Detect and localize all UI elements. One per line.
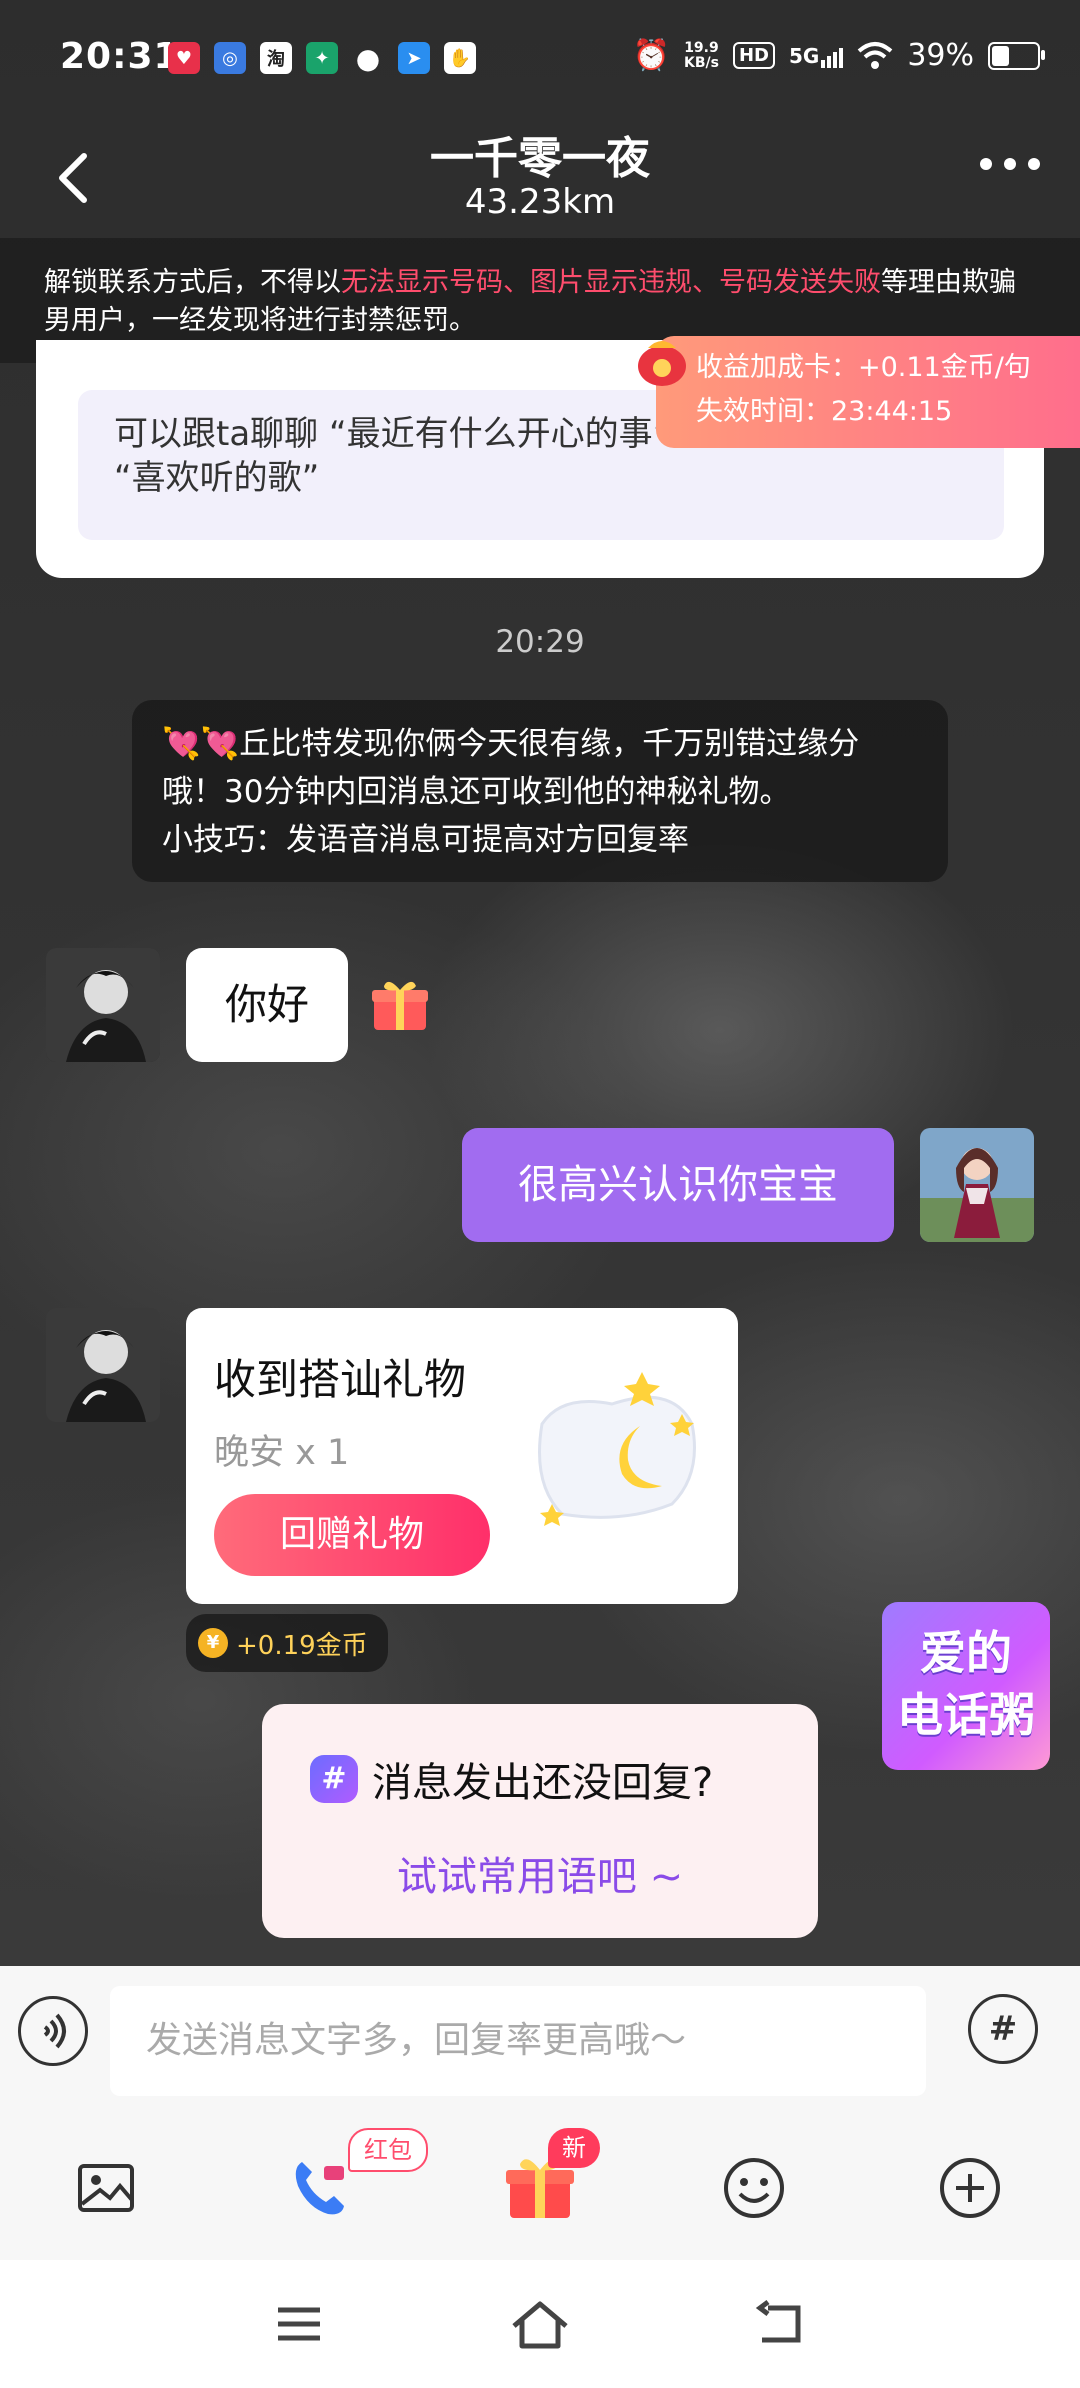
app-icon: ✋ (444, 42, 476, 74)
system-message-text: 丘比特发现你俩今天很有缘，千万别错过缘分哦！30分钟内回消息还可收到他的神秘礼物… (162, 726, 860, 810)
menu-nav-icon[interactable] (274, 2304, 324, 2344)
hd-icon: HD (732, 42, 775, 69)
battery-percent: 39% (907, 38, 974, 73)
contact-avatar-image (46, 1308, 160, 1422)
message-timestamp: 20:29 (495, 624, 585, 660)
message-input[interactable]: 发送消息文字多，回复率更高哦～ (110, 1986, 926, 2096)
signal-icon: 5G (788, 43, 844, 68)
app-icon: ♥ (168, 42, 200, 74)
goodnight-pillow-icon (538, 1372, 696, 1526)
lucky-bag-icon (638, 341, 686, 386)
gift-card-item: 晚安 x 1 (214, 1433, 350, 1473)
my-avatar-image (920, 1128, 1034, 1242)
emoji-icon[interactable] (722, 2156, 786, 2220)
bonus-rate: 收益加成卡：+0.11金币/句 (696, 352, 1031, 383)
network-speed: 19.9 KB/s (683, 39, 719, 71)
promo-line2: 电话粥 (897, 1688, 1035, 1742)
quick-phrase-hint[interactable]: # 消息发出还没回复? 试试常用语吧 ~ (262, 1704, 818, 1938)
image-icon[interactable] (74, 2156, 138, 2220)
app-icon: ➤ (398, 42, 430, 74)
message-bubble-sent[interactable]: 很高兴认识你宝宝 (462, 1128, 894, 1242)
alarm-icon: ⏰ (632, 38, 670, 73)
love-phone-promo-button[interactable]: 爱的 电话粥 (882, 1602, 1050, 1770)
bonus-expiry: 失效时间：23:44:15 (696, 396, 953, 427)
status-bar: 20:31 ♥ ◎ 淘 ✦ ● ➤ ✋ ⏰ 19.9 KB/s HD 5G 39… (0, 0, 1080, 118)
bonus-card[interactable]: 收益加成卡：+0.11金币/句 失效时间：23:44:15 (656, 336, 1080, 448)
contact-avatar[interactable] (46, 1308, 160, 1422)
app-icon: ◎ (214, 42, 246, 74)
system-nav-bar (0, 2260, 1080, 2388)
chat-toolbar: 红包 新 (0, 2100, 1080, 2260)
chat-icon: ● (355, 41, 381, 75)
network-type: 5G (788, 43, 820, 68)
status-time: 20:31 (60, 36, 180, 77)
message-input-bar: 发送消息文字多，回复率更高哦～ # (0, 1966, 1080, 2100)
my-avatar[interactable] (920, 1128, 1034, 1242)
heart-emoji-icon: 💘💘 (162, 726, 240, 762)
battery-icon (988, 41, 1045, 70)
taobao-icon: 淘 (260, 42, 292, 74)
speed-value: 19.9 (684, 39, 719, 56)
app-icon: ✦ (306, 42, 338, 74)
message-bubble-received[interactable]: 你好 (186, 948, 348, 1062)
notice-text: 解锁联系方式后，不得以 (44, 267, 341, 298)
contact-name: 一千零一夜 (430, 133, 650, 184)
chat-header: 一千零一夜 43.23km (0, 118, 1080, 238)
coin-icon: ¥ (198, 1628, 228, 1658)
contact-avatar[interactable] (46, 948, 160, 1062)
notice-highlight: 无法显示号码、图片显示违规、号码发送失败 (341, 267, 881, 298)
voice-input-icon[interactable] (18, 1996, 88, 2066)
contact-avatar-image (46, 948, 160, 1062)
video-call-icon[interactable] (288, 2156, 352, 2220)
red-packet-badge: 红包 (348, 2128, 428, 2172)
system-message: 💘💘丘比特发现你俩今天很有缘，千万别错过缘分哦！30分钟内回消息还可收到他的神秘… (132, 700, 948, 882)
quick-phrase-icon[interactable]: # (968, 1994, 1038, 2064)
hashtag-icon: # (310, 1755, 358, 1803)
add-more-icon[interactable] (938, 2156, 1002, 2220)
promo-line1: 爱的 (920, 1626, 1012, 1680)
status-right: ⏰ 19.9 KB/s HD 5G 39% (632, 38, 1045, 73)
gift-card-title: 收到搭讪礼物 (214, 1355, 467, 1404)
contact-distance: 43.23km (464, 182, 616, 222)
home-nav-icon[interactable] (510, 2298, 570, 2350)
quick-phrase-link[interactable]: 试试常用语吧 ~ (262, 1844, 818, 1902)
hint-title-text: 消息发出还没回复? (372, 1760, 714, 1806)
wifi-icon (857, 41, 893, 69)
gift-icon[interactable] (370, 976, 430, 1034)
back-nav-icon[interactable] (754, 2300, 806, 2348)
speed-unit: KB/s (683, 54, 719, 71)
gift-received-card[interactable]: 收到搭讪礼物 晚安 x 1 回赠礼物 (186, 1308, 738, 1604)
battery-fill (992, 45, 1009, 66)
new-badge: 新 (548, 2128, 600, 2168)
coin-earned-text: +0.19金币 (236, 1630, 368, 1661)
coin-earned-tag: ¥ +0.19金币 (186, 1614, 388, 1672)
more-menu-icon[interactable] (980, 158, 1040, 170)
return-gift-button[interactable]: 回赠礼物 (214, 1494, 490, 1576)
system-tip: 小技巧：发语音消息可提高对方回复率 (162, 822, 689, 858)
hint-title: # 消息发出还没回复? (310, 1750, 713, 1808)
notification-icons: ♥ ◎ 淘 ✦ ● ➤ ✋ (168, 41, 476, 75)
